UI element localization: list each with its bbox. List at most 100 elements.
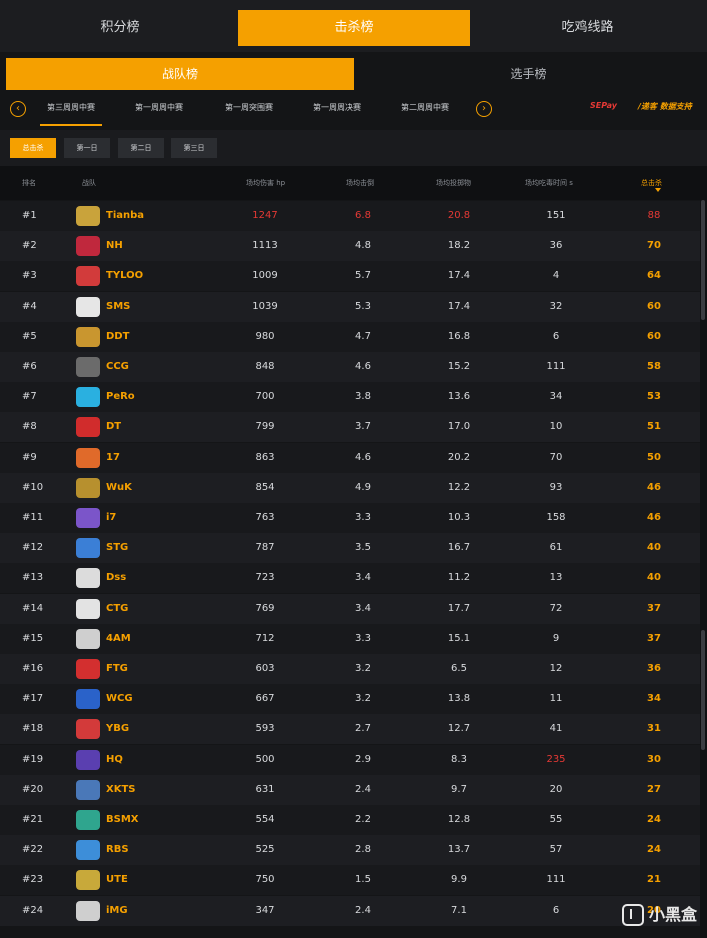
table-row[interactable]: #21 BSMX 554 2.2 12.8 55 24 xyxy=(0,805,700,835)
table-row[interactable]: #8 DT 799 3.7 17.0 10 51 xyxy=(0,412,700,443)
table-row[interactable]: #18 YBG 593 2.7 12.7 41 31 xyxy=(0,714,700,745)
throwable-cell: 17.4 xyxy=(447,270,471,282)
week-item[interactable]: 第一周周中赛 xyxy=(126,92,192,124)
damage-cell: 863 xyxy=(255,451,275,463)
table-row[interactable]: #5 DDT 980 4.7 16.8 6 60 xyxy=(0,321,700,352)
week-item[interactable]: 第一周突围赛 xyxy=(216,92,282,124)
poison-time-cell: 55 xyxy=(549,814,563,825)
day-total-button[interactable]: 总击杀 xyxy=(10,138,56,158)
scrollbar-thumb[interactable] xyxy=(701,200,705,320)
damage-cell: 700 xyxy=(255,391,275,403)
total-kills-cell: 27 xyxy=(647,783,661,795)
damage-cell: 769 xyxy=(255,602,275,614)
col-knockdowns[interactable]: 场均击倒 xyxy=(346,166,374,200)
tab-points[interactable]: 积分榜 xyxy=(6,10,234,46)
total-kills-cell: 46 xyxy=(647,481,661,493)
damage-cell: 848 xyxy=(255,361,275,372)
week-item[interactable]: 第三周周中赛 xyxy=(40,92,102,126)
tab-kills[interactable]: 击杀榜 xyxy=(238,10,470,46)
sub-tab-bar: 战队榜 选手榜 xyxy=(0,52,707,92)
rank-cell: #21 xyxy=(22,814,44,825)
table-row[interactable]: #3 TYLOO 1009 5.7 17.4 4 64 xyxy=(0,261,700,292)
table-row[interactable]: #24 iMG 347 2.4 7.1 6 20 xyxy=(0,895,700,926)
table-row[interactable]: #11 i7 763 3.3 10.3 158 46 xyxy=(0,503,700,533)
col-poison-time[interactable]: 场均吃毒时间 s xyxy=(525,166,573,200)
scrollbar-thumb-secondary[interactable] xyxy=(701,630,705,750)
knockdown-cell: 2.4 xyxy=(355,783,371,795)
total-kills-cell: 24 xyxy=(647,814,661,825)
throwable-cell: 12.7 xyxy=(447,723,471,735)
table-row[interactable]: #12 STG 787 3.5 16.7 61 40 xyxy=(0,533,700,564)
poison-time-cell: 6 xyxy=(552,330,560,342)
poison-time-cell: 111 xyxy=(546,361,566,372)
team-name: 4AM xyxy=(106,632,131,644)
day-2-button[interactable]: 第二日 xyxy=(118,138,164,158)
knockdown-cell: 5.3 xyxy=(355,300,371,312)
chevron-right-icon[interactable]: › xyxy=(476,101,492,117)
poison-time-cell: 20 xyxy=(549,783,563,795)
total-kills-cell: 50 xyxy=(647,451,661,463)
tab-team-board[interactable]: 战队榜 xyxy=(6,58,354,90)
rank-cell: #16 xyxy=(22,663,44,674)
throwable-cell: 9.7 xyxy=(451,783,467,795)
team-logo-icon xyxy=(76,508,100,528)
poison-time-cell: 158 xyxy=(546,512,566,523)
tab-chicken-routes[interactable]: 吃鸡线路 xyxy=(474,10,701,46)
team-logo-icon xyxy=(76,477,100,498)
table-header: 排名 战队 场均伤害 hp 场均击倒 场均投掷物 场均吃毒时间 s 总击杀 xyxy=(0,166,707,200)
table-row[interactable]: #15 4AM 712 3.3 15.1 9 37 xyxy=(0,623,700,654)
rank-cell: #5 xyxy=(22,330,37,342)
chevron-left-icon[interactable]: ‹ xyxy=(10,101,26,117)
table-row[interactable]: #4 SMS 1039 5.3 17.4 32 60 xyxy=(0,291,700,322)
team-logo-icon xyxy=(76,266,100,287)
watermark: 小黑盒 xyxy=(621,901,697,926)
rank-cell: #24 xyxy=(22,904,44,916)
table-row[interactable]: #17 WCG 667 3.2 13.8 11 34 xyxy=(0,684,700,715)
damage-cell: 1113 xyxy=(252,240,278,252)
col-throwables[interactable]: 场均投掷物 xyxy=(436,166,471,200)
col-team[interactable]: 战队 xyxy=(82,166,96,200)
watermark-text: 小黑盒 xyxy=(648,904,697,924)
tab-player-board[interactable]: 选手榜 xyxy=(356,58,701,90)
knockdown-cell: 4.6 xyxy=(355,451,371,463)
total-kills-cell: 24 xyxy=(647,844,661,856)
team-name: iMG xyxy=(106,904,128,916)
total-kills-cell: 37 xyxy=(647,602,661,614)
table-row[interactable]: #1 Tianba 1247 6.8 20.8 151 88 xyxy=(0,201,700,231)
col-total-kills[interactable]: 总击杀 xyxy=(641,166,662,200)
day-3-button[interactable]: 第三日 xyxy=(171,138,217,158)
damage-cell: 500 xyxy=(255,753,275,765)
table-row[interactable]: #7 PeRo 700 3.8 13.6 34 53 xyxy=(0,382,700,413)
table-row[interactable]: #6 CCG 848 4.6 15.2 111 58 xyxy=(0,352,700,382)
throwable-cell: 12.8 xyxy=(447,814,471,825)
team-name: YBG xyxy=(106,723,130,735)
total-kills-cell: 51 xyxy=(647,421,661,433)
throwable-cell: 17.7 xyxy=(447,602,471,614)
table-row[interactable]: #2 NH 1113 4.8 18.2 36 70 xyxy=(0,231,700,262)
poison-time-cell: 235 xyxy=(546,753,566,765)
table-row[interactable]: #16 FTG 603 3.2 6.5 12 36 xyxy=(0,654,700,684)
table-row[interactable]: #14 CTG 769 3.4 17.7 72 37 xyxy=(0,593,700,624)
week-item[interactable]: 第一周周决赛 xyxy=(304,92,370,124)
knockdown-cell: 2.7 xyxy=(355,723,371,735)
poison-time-cell: 12 xyxy=(549,663,563,674)
rank-cell: #7 xyxy=(22,391,37,403)
col-damage[interactable]: 场均伤害 hp xyxy=(246,166,285,200)
team-logo-icon xyxy=(76,719,100,740)
table-row[interactable]: #23 UTE 750 1.5 9.9 111 21 xyxy=(0,865,700,896)
total-kills-cell: 40 xyxy=(647,542,661,554)
knockdown-cell: 2.4 xyxy=(355,904,371,916)
rank-cell: #4 xyxy=(22,300,37,312)
day-1-button[interactable]: 第一日 xyxy=(64,138,110,158)
table-row[interactable]: #9 17 863 4.6 20.2 70 50 xyxy=(0,442,700,473)
scrollbar[interactable] xyxy=(700,200,707,938)
damage-cell: 763 xyxy=(255,512,275,523)
table-row[interactable]: #13 Dss 723 3.4 11.2 13 40 xyxy=(0,563,700,594)
col-rank[interactable]: 排名 xyxy=(22,166,36,200)
table-row[interactable]: #19 HQ 500 2.9 8.3 235 30 xyxy=(0,744,700,775)
table-row[interactable]: #20 XKTS 631 2.4 9.7 20 27 xyxy=(0,774,700,805)
damage-cell: 631 xyxy=(255,783,275,795)
table-row[interactable]: #22 RBS 525 2.8 13.7 57 24 xyxy=(0,835,700,866)
table-row[interactable]: #10 WuK 854 4.9 12.2 93 46 xyxy=(0,472,700,503)
week-item[interactable]: 第二周周中赛 xyxy=(392,92,458,124)
